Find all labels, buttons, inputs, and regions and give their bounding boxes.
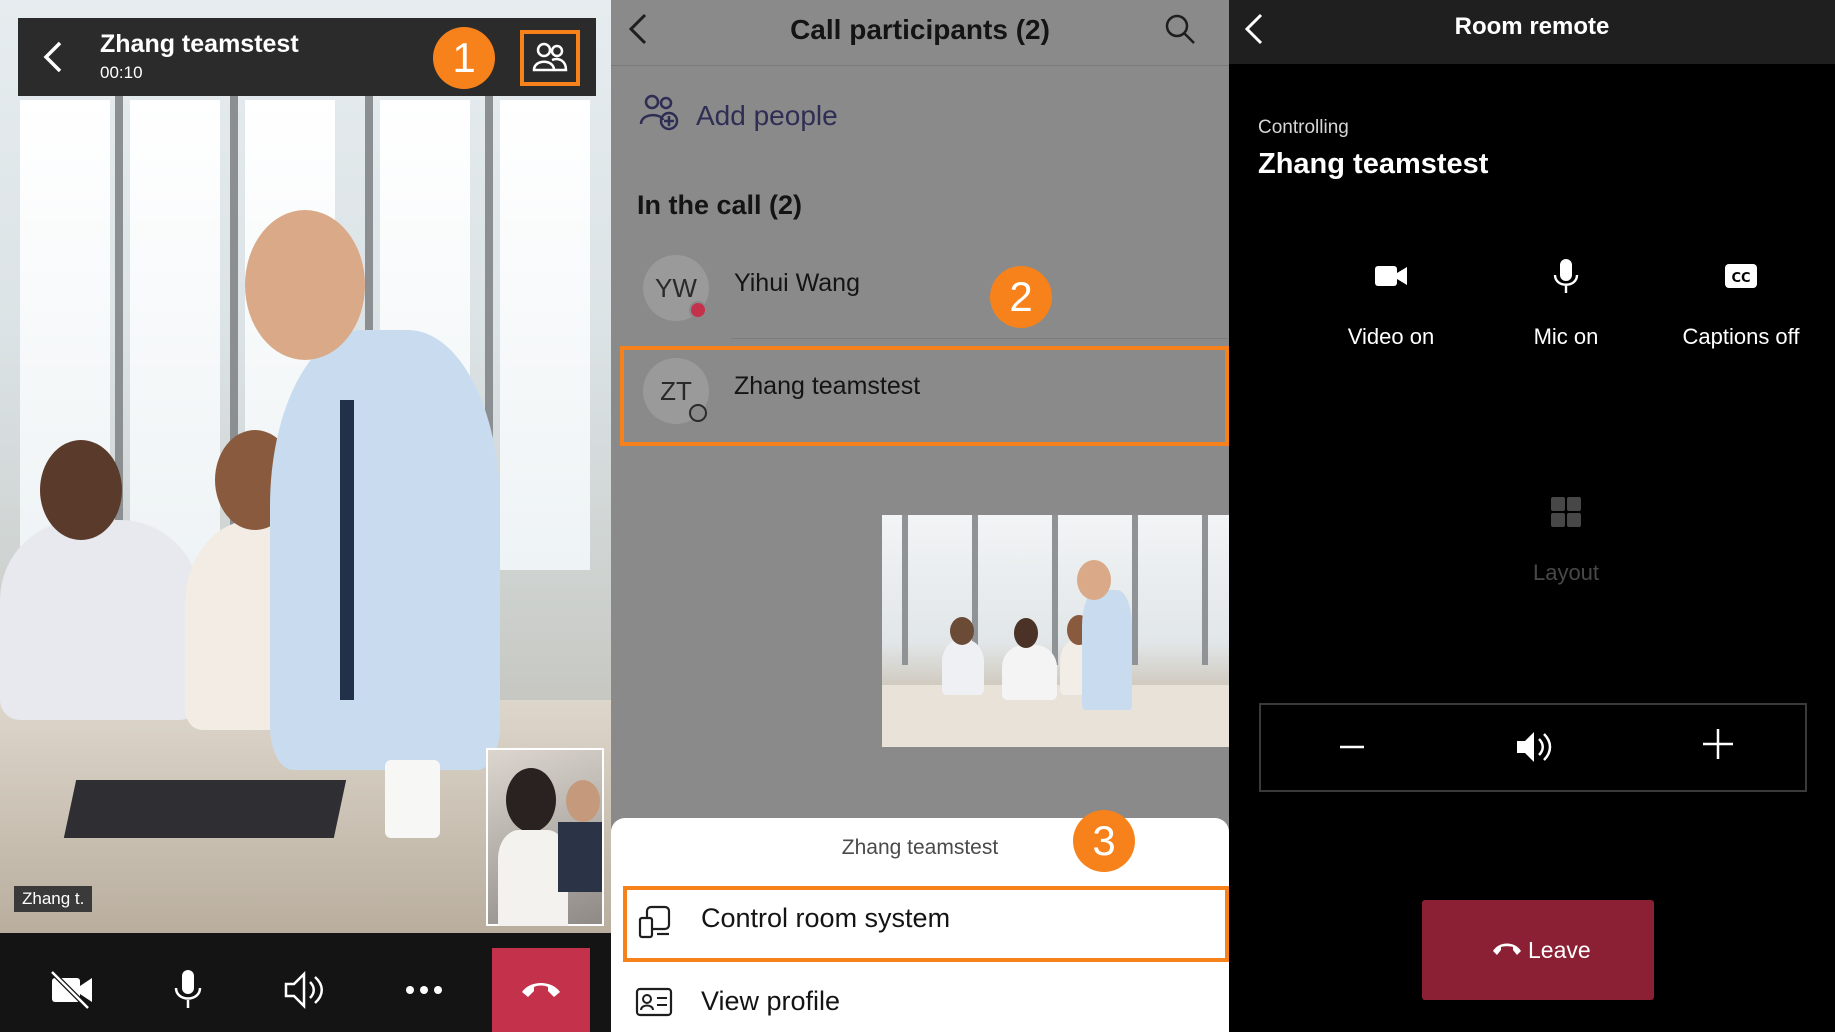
- page-title: Room remote: [1454, 13, 1610, 40]
- participants-panel: Call participants (2) Add people In the …: [611, 0, 1229, 1032]
- step-2-badge: 2: [990, 266, 1052, 328]
- participants-icon[interactable]: [532, 40, 568, 74]
- control-room-system-highlight: [623, 886, 1229, 962]
- controlled-room-name: Zhang teamstest: [1258, 148, 1489, 180]
- profile-card-icon: [635, 987, 673, 1017]
- back-arrow-icon[interactable]: [40, 40, 68, 74]
- participant-action-sheet: Zhang teamstest Control room system 3 Vi…: [611, 810, 1229, 1032]
- leave-button[interactable]: Leave: [1422, 900, 1654, 1000]
- participant-highlight: [620, 346, 1229, 446]
- participant-name: Yihui Wang: [734, 269, 860, 297]
- participants-header: Call participants (2): [611, 0, 1229, 66]
- page-title: Call participants (2): [790, 14, 1050, 45]
- video-off-icon[interactable]: [48, 970, 96, 1010]
- room-remote-header: Room remote: [1229, 0, 1835, 64]
- video-camera-icon: [1375, 266, 1407, 286]
- speaker-icon[interactable]: [282, 970, 330, 1010]
- mic-toggle-label: Mic on: [1533, 324, 1599, 349]
- microphone-icon[interactable]: [164, 970, 212, 1010]
- mic-toggle-button[interactable]: Mic on: [1481, 258, 1651, 350]
- captions-icon: CC: [1725, 264, 1757, 288]
- room-remote-panel: Room remote Controlling Zhang teamstest …: [1229, 0, 1835, 1032]
- video-toggle-button[interactable]: Video on: [1306, 258, 1476, 350]
- video-call-panel: Zhang teamstest 00:10 1 Zhang t.: [0, 0, 611, 1032]
- hang-up-icon: [1493, 943, 1521, 955]
- divider: [731, 338, 1229, 339]
- participant-name-tag: Zhang t.: [14, 886, 93, 912]
- step-3-badge: 3: [1073, 810, 1135, 872]
- volume-control: [1259, 703, 1807, 792]
- sheet-title: Zhang teamstest: [841, 836, 999, 859]
- captions-toggle-button[interactable]: CC Captions off: [1656, 258, 1826, 350]
- controlling-label: Controlling: [1258, 117, 1349, 138]
- step-1-badge: 1: [433, 27, 495, 89]
- end-call-button[interactable]: [492, 948, 590, 1032]
- add-people-icon[interactable]: [639, 92, 679, 132]
- volume-up-icon[interactable]: [1701, 727, 1735, 761]
- speaker-icon: [1517, 732, 1552, 762]
- meeting-video-thumbnail: [882, 515, 1229, 747]
- leave-label: Leave: [1528, 937, 1591, 963]
- captions-toggle-label: Captions off: [1682, 324, 1800, 349]
- self-view-thumbnail: [486, 748, 604, 926]
- search-icon[interactable]: [1163, 12, 1197, 46]
- more-options-icon[interactable]: [400, 970, 448, 1010]
- hang-up-icon: [522, 983, 560, 997]
- layout-label: Layout: [1532, 560, 1600, 585]
- volume-down-icon[interactable]: [1338, 733, 1366, 761]
- add-people-button[interactable]: Add people: [696, 100, 838, 132]
- contact-name: Zhang teamstest: [100, 30, 299, 58]
- microphone-icon: [1553, 259, 1579, 293]
- view-profile-label: View profile: [701, 986, 841, 1016]
- video-toggle-label: Video on: [1347, 324, 1435, 349]
- in-call-section-title: In the call (2): [637, 190, 803, 220]
- svg-text:CC: CC: [1731, 271, 1750, 286]
- busy-status-icon: [689, 301, 707, 319]
- layout-grid-icon: [1551, 497, 1581, 527]
- call-timer: 00:10: [100, 63, 143, 82]
- call-header: Zhang teamstest 00:10: [18, 18, 596, 96]
- layout-button[interactable]: Layout: [1481, 494, 1651, 586]
